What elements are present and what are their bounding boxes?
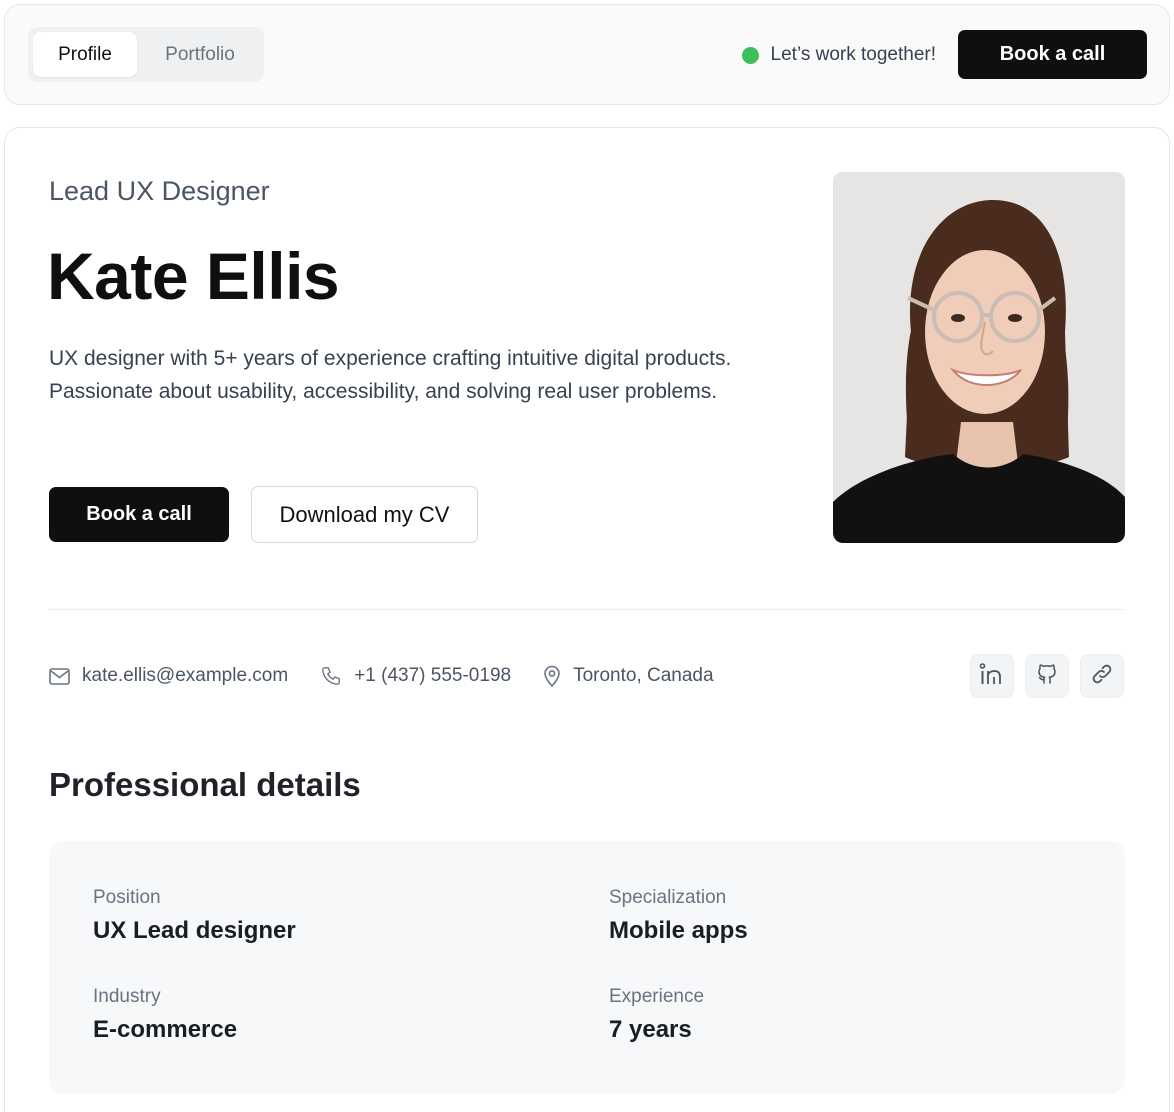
mail-icon <box>49 667 70 685</box>
section-divider <box>49 609 1125 610</box>
profile-name: Kate Ellis <box>47 239 340 313</box>
detail-label: Position <box>93 887 161 908</box>
tab-portfolio[interactable]: Portfolio <box>141 32 259 77</box>
detail-label: Experience <box>609 986 705 1007</box>
professional-details-panel: Position UX Lead designer Specialization… <box>49 841 1125 1094</box>
detail-experience: Experience 7 years <box>609 986 704 1044</box>
map-pin-icon <box>543 665 561 687</box>
book-call-button-nav[interactable]: Book a call <box>958 30 1147 79</box>
linkedin-icon <box>979 662 1005 690</box>
link-icon <box>1090 662 1114 691</box>
detail-label: Specialization <box>609 887 727 908</box>
detail-specialization: Specialization Mobile apps <box>609 887 748 945</box>
contact-location: Toronto, Canada <box>543 665 714 687</box>
profile-card: Lead UX Designer Kate Ellis UX designer … <box>4 127 1170 1112</box>
social-links <box>970 654 1124 698</box>
detail-value: Mobile apps <box>609 917 748 944</box>
contact-row: kate.ellis@example.com +1 (437) 555-0198… <box>49 661 746 691</box>
book-call-button[interactable]: Book a call <box>49 487 229 542</box>
detail-label: Industry <box>93 986 161 1007</box>
phone-text: +1 (437) 555-0198 <box>354 665 512 686</box>
avatar <box>833 172 1125 543</box>
section-title-professional-details: Professional details <box>49 766 361 803</box>
contact-phone[interactable]: +1 (437) 555-0198 <box>320 665 511 687</box>
detail-value: 7 years <box>609 1016 692 1043</box>
linkedin-button[interactable] <box>970 654 1014 698</box>
availability-status: Let’s work together! <box>741 41 936 69</box>
detail-value: E-commerce <box>93 1016 238 1043</box>
profile-photo <box>833 172 1125 543</box>
contact-email[interactable]: kate.ellis@example.com <box>49 665 288 687</box>
profile-bio: UX designer with 5+ years of experience … <box>49 347 732 403</box>
tab-profile[interactable]: Profile <box>33 32 137 77</box>
tab-switcher: Profile Portfolio <box>28 27 264 82</box>
status-dot-icon <box>741 46 759 64</box>
detail-position: Position UX Lead designer <box>93 887 296 945</box>
website-link-button[interactable] <box>1080 654 1124 698</box>
phone-icon <box>320 665 342 687</box>
detail-value: UX Lead designer <box>93 917 296 944</box>
job-title: Lead UX Designer <box>49 176 270 206</box>
top-nav-bar: Profile Portfolio Let’s work together! B… <box>4 4 1170 105</box>
github-icon <box>1035 662 1059 691</box>
availability-text: Let’s work together! <box>770 44 936 65</box>
email-text: kate.ellis@example.com <box>82 665 289 686</box>
github-button[interactable] <box>1025 654 1069 698</box>
location-text: Toronto, Canada <box>573 665 714 686</box>
download-cv-button[interactable]: Download my CV <box>251 486 478 543</box>
detail-industry: Industry E-commerce <box>93 986 237 1044</box>
